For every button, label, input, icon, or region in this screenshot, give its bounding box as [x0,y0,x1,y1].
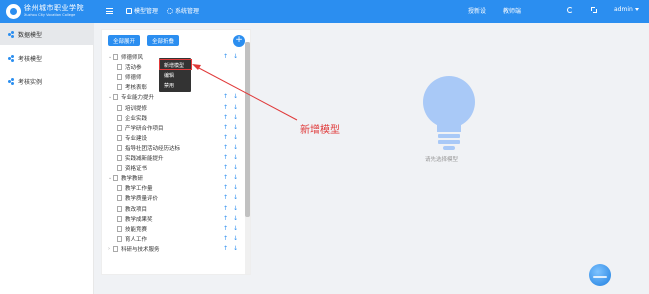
annotation-label: 新增模型 [300,125,340,136]
floating-assistant-button[interactable] [589,264,611,286]
empty-state-text: 请先选择模型 [425,157,459,163]
lightbulb-icon [423,76,475,150]
annotation-arrow [192,64,298,121]
